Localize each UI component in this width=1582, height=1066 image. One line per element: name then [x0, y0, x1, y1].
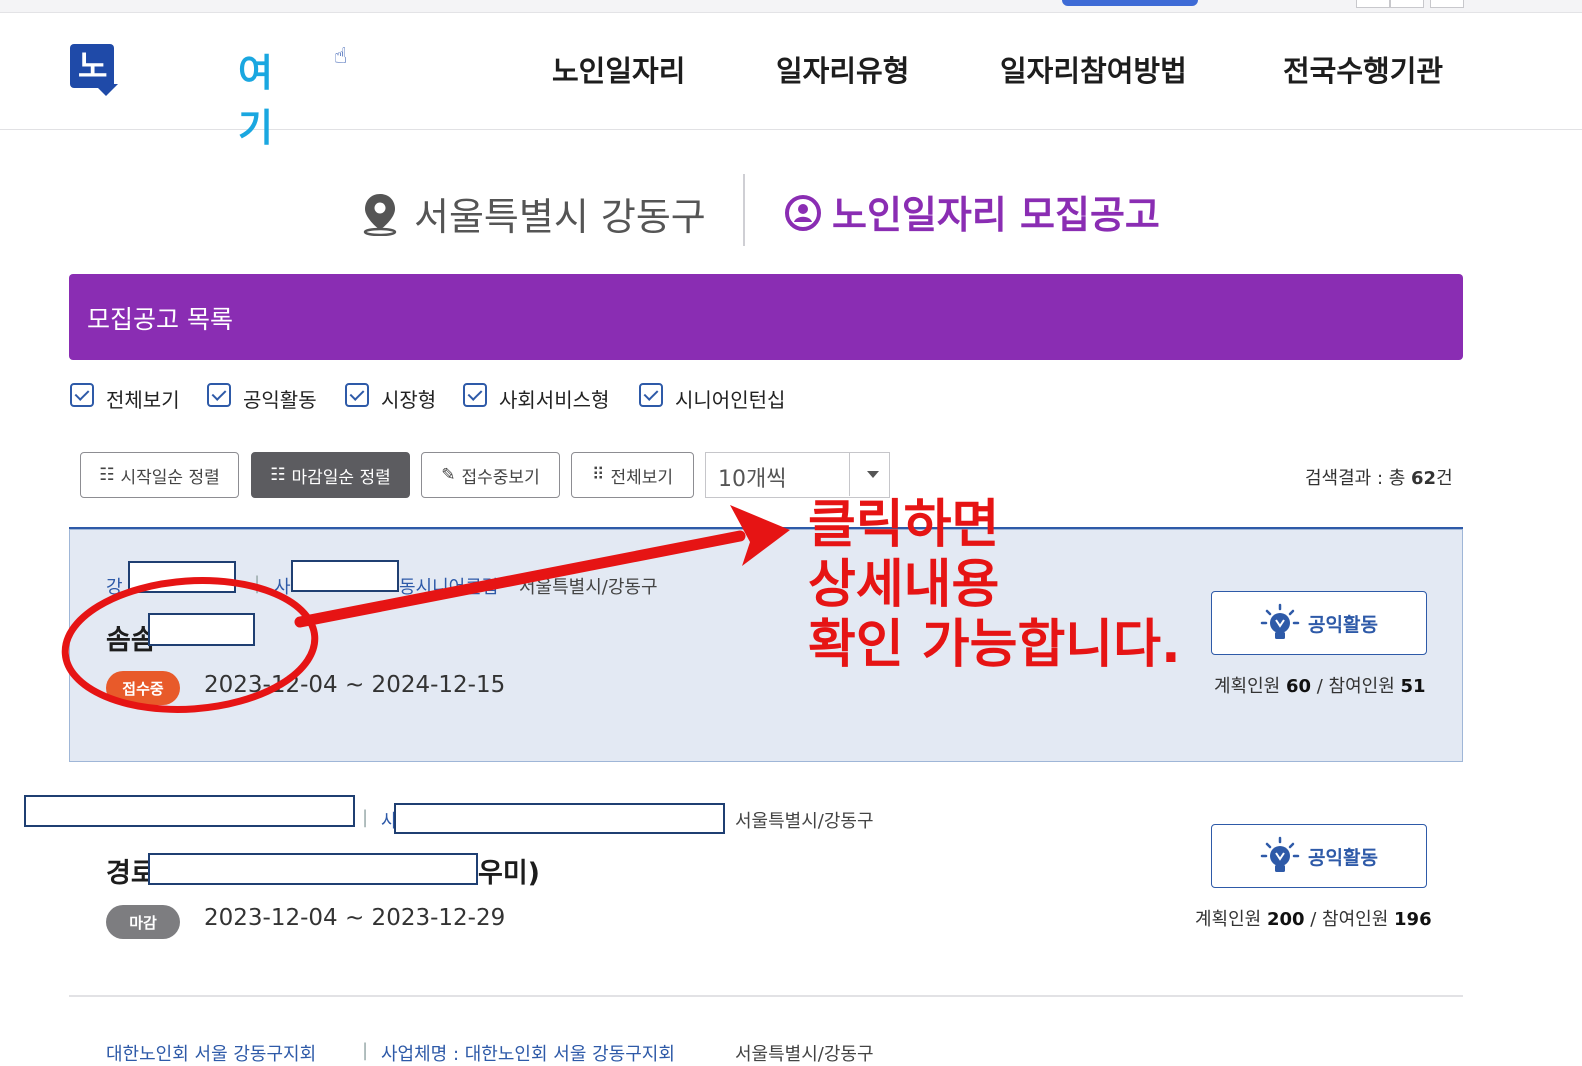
listing-business[interactable]: 사업체명 : 대한노인회 서울 강동구지회: [381, 1040, 675, 1066]
location-pin-icon: [363, 194, 397, 236]
checkbox[interactable]: [345, 383, 369, 407]
list-icon: ☷: [270, 465, 286, 485]
section-title: 모집공고 목록: [87, 305, 233, 334]
filter-label: 시니어인턴십: [675, 388, 786, 412]
annotation-line: 클릭하면: [808, 495, 1000, 555]
lightbulb-icon: [1260, 836, 1300, 872]
filter-label: 시장형: [381, 388, 437, 412]
person-circle-icon: [785, 195, 821, 231]
open-only-button[interactable]: ✎ 접수중보기: [421, 452, 560, 498]
annotation-line: 확인 가능합니다.: [808, 615, 1181, 675]
meta-separator: |: [362, 1040, 369, 1061]
listing-period: 2023-12-04 ~ 2023-12-29: [204, 905, 506, 931]
checkbox[interactable]: [639, 383, 663, 407]
section-banner: 모집공고 목록: [69, 274, 1463, 360]
checkbox[interactable]: [463, 383, 487, 407]
result-count: 검색결과 : 총 62건: [1305, 468, 1453, 489]
status-badge: 마감: [106, 905, 180, 939]
listing-headcount: 계획인원 200 / 참여인원 196: [1195, 909, 1432, 930]
listing-region: 서울특별시/강동구: [519, 577, 658, 598]
status-badge: 접수중: [106, 671, 180, 705]
logo-hand-icon: ☝: [334, 44, 348, 69]
redaction-box: [148, 613, 255, 646]
checkbox[interactable]: [207, 383, 231, 407]
listing-region: 서울특별시/강동구: [735, 1044, 874, 1065]
annotation-text: 클릭하면 상세내용 확인 가능합니다.: [808, 495, 1181, 675]
filter-label: 사회서비스형: [499, 388, 610, 412]
redaction-box: [128, 561, 236, 593]
job-type-button[interactable]: 공익활동: [1211, 591, 1427, 655]
page-size-value: 10개씩: [718, 467, 787, 492]
sort-by-start-button[interactable]: ☷ 시작일순 정렬: [80, 452, 239, 498]
button-label: 접수중보기: [461, 467, 540, 488]
filter-label: 전체보기: [106, 388, 180, 412]
annotation-line: 상세내용: [808, 555, 1000, 615]
job-type-label: 공익활동: [1308, 613, 1378, 636]
page-size-select[interactable]: 10개씩: [705, 452, 890, 498]
button-label: 마감일순 정렬: [291, 467, 391, 488]
redaction-box: [24, 795, 355, 827]
select-divider: [849, 453, 850, 496]
job-type-button[interactable]: 공익활동: [1211, 824, 1427, 888]
listing-region: 서울특별시/강동구: [735, 811, 874, 832]
nav-senior-jobs[interactable]: 노인일자리: [552, 48, 685, 90]
listing-headcount: 계획인원 60 / 참여인원 51: [1214, 676, 1426, 697]
redaction-box: [394, 803, 725, 834]
job-type-label: 공익활동: [1308, 846, 1378, 869]
button-label: 전체보기: [610, 467, 673, 488]
sort-by-end-button[interactable]: ☷ 마감일순 정렬: [251, 452, 410, 498]
region-label: 서울특별시 강동구: [414, 195, 706, 239]
meta-separator: |: [362, 807, 369, 828]
top-utility-box[interactable]: [1390, 0, 1424, 8]
listing-business[interactable]: 사: [274, 573, 291, 599]
title-divider: [743, 174, 745, 246]
button-label: 시작일순 정렬: [120, 467, 220, 488]
logo-main-text: 노인일자리: [70, 44, 115, 261]
lightbulb-icon: [1260, 603, 1300, 639]
nav-job-types[interactable]: 일자리유형: [776, 48, 909, 90]
page-title: 노인일자리 모집공고: [832, 193, 1160, 237]
listing-org[interactable]: 대한노인회 서울 강동구지회: [106, 1040, 316, 1066]
listing-period: 2023-12-04 ~ 2024-12-15: [204, 672, 506, 698]
listing-title-suffix[interactable]: 우미): [478, 851, 540, 890]
listing-business-suffix[interactable]: 동시니어클럽: [399, 573, 498, 599]
chevron-down-icon[interactable]: [867, 471, 879, 478]
checkbox[interactable]: [70, 383, 94, 407]
top-utility-box[interactable]: [1356, 0, 1390, 8]
logo-speech-tail: [94, 84, 118, 96]
list-icon: ☷: [99, 465, 115, 485]
filter-label: 공익활동: [243, 388, 317, 412]
nav-agencies[interactable]: 전국수행기관: [1283, 48, 1443, 90]
listing-org[interactable]: 강: [106, 573, 123, 599]
redaction-box: [148, 853, 478, 885]
meta-separator: |: [254, 573, 261, 594]
redaction-box: [291, 560, 399, 592]
logo-accent-text: 여기: [238, 51, 273, 150]
pencil-icon: ✎: [441, 465, 456, 485]
view-all-button[interactable]: ⠿ 전체보기: [571, 452, 694, 498]
grid-icon: ⠿: [591, 465, 605, 485]
nav-how-to-apply[interactable]: 일자리참여방법: [1000, 48, 1187, 90]
top-utility-bar: [0, 0, 1582, 13]
top-utility-button[interactable]: [1062, 0, 1198, 6]
top-utility-box[interactable]: [1430, 0, 1464, 8]
row-divider: [69, 995, 1463, 997]
